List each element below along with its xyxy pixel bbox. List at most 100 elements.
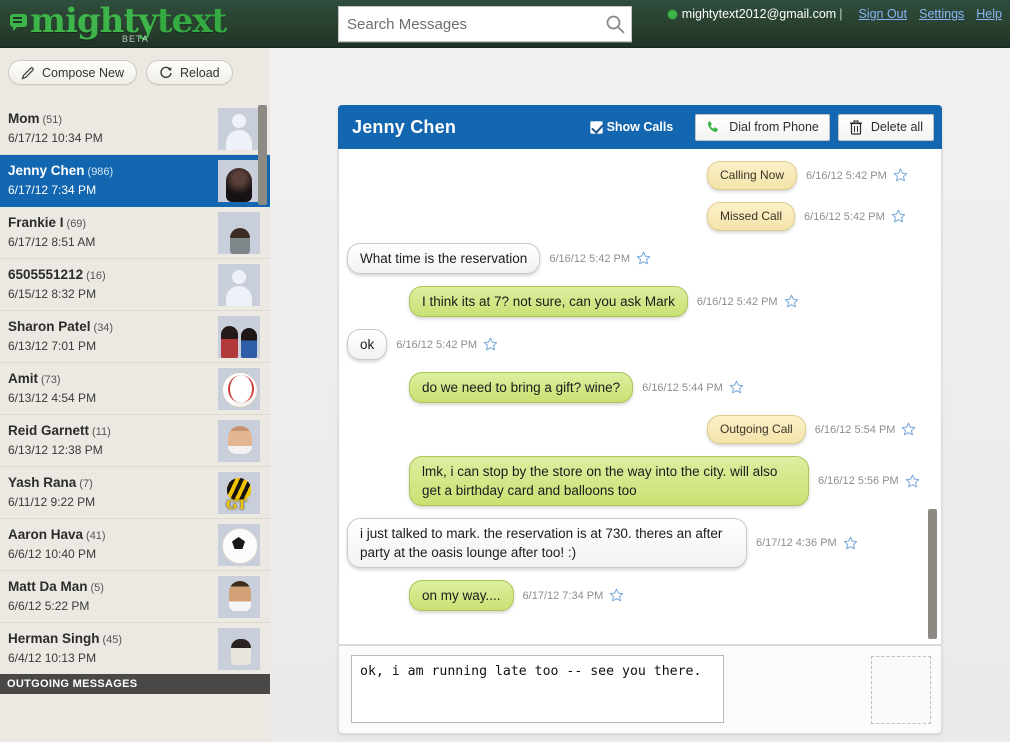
- message-bubble[interactable]: on my way....: [409, 580, 514, 611]
- conversation-list-item[interactable]: Sharon Patel(34)6/13/12 7:01 PM: [0, 311, 270, 363]
- conversation-name: Yash Rana(7): [8, 475, 93, 490]
- conversation-list-item[interactable]: 6505551212(16)6/15/12 8:32 PM: [0, 259, 270, 311]
- message-row: i just talked to mark. the reservation i…: [339, 518, 941, 568]
- message-meta: 6/17/12 7:34 PM: [523, 588, 625, 603]
- message-row: ok6/16/12 5:42 PM: [339, 329, 941, 360]
- sidebar-toolbar: Compose New Reload: [0, 48, 270, 103]
- conversation-timestamp: 6/15/12 8:32 PM: [8, 287, 96, 301]
- conversation-timestamp: 6/4/12 10:13 PM: [8, 651, 96, 665]
- message-meta: 6/17/12 4:36 PM: [756, 536, 858, 551]
- message-row: I think its at 7? not sure, can you ask …: [339, 286, 941, 317]
- message-row: Missed Call 6/16/12 5:42 PM: [339, 202, 941, 231]
- outgoing-messages-body: [0, 694, 270, 742]
- show-calls-checkbox[interactable]: [590, 121, 603, 134]
- conversation-list-item[interactable]: Herman Singh(45) 6/4/12 10:13 PM: [0, 623, 270, 675]
- conversation-list-item[interactable]: Aaron Hava(41)6/6/12 10:40 PM: [0, 519, 270, 571]
- star-icon[interactable]: [609, 588, 624, 603]
- star-icon[interactable]: [905, 474, 920, 489]
- message-list-scrollbar[interactable]: [928, 509, 937, 639]
- reload-button[interactable]: Reload: [146, 60, 233, 85]
- message-input[interactable]: [351, 655, 724, 723]
- conversation-panel: Jenny Chen Show Calls Dial from Phone: [338, 106, 942, 645]
- conversation-message-count: (11): [92, 426, 111, 438]
- conversation-timestamp: 6/17/12 8:51 AM: [8, 235, 95, 249]
- message-timestamp: 6/16/12 5:42 PM: [806, 170, 887, 182]
- star-icon[interactable]: [636, 251, 651, 266]
- star-icon[interactable]: [901, 422, 916, 437]
- delete-all-button[interactable]: Delete all: [838, 114, 934, 141]
- star-icon[interactable]: [843, 536, 858, 551]
- dial-from-phone-label: Dial from Phone: [729, 120, 819, 134]
- avatar: [218, 264, 260, 306]
- message-bubble[interactable]: Outgoing Call: [707, 415, 806, 444]
- message-row: Outgoing Call6/16/12 5:54 PM: [339, 415, 941, 444]
- search-icon[interactable]: [605, 14, 625, 34]
- conversation-timestamp: 6/13/12 4:54 PM: [8, 391, 96, 405]
- show-calls-toggle[interactable]: Show Calls: [590, 120, 674, 134]
- message-row: What time is the reservation 6/16/12 5:42…: [339, 243, 941, 274]
- message-bubble[interactable]: ok: [347, 329, 387, 360]
- conversation-timestamp: 6/17/12 10:34 PM: [8, 131, 103, 145]
- message-bubble[interactable]: Missed Call: [707, 202, 795, 231]
- message-meta: 6/16/12 5:42 PM: [549, 251, 651, 266]
- message-meta: 6/16/12 5:56 PM: [818, 474, 920, 489]
- conversation-name: Amit(73): [8, 371, 61, 386]
- avatar: [218, 316, 260, 358]
- message-bubble[interactable]: i just talked to mark. the reservation i…: [347, 518, 747, 568]
- avatar: [218, 160, 260, 202]
- speech-bubble-icon: [10, 14, 27, 27]
- conversation-message-count: (51): [43, 114, 63, 126]
- conversation-message-count: (34): [94, 322, 114, 334]
- top-header-bar: mightytext BETA mightytext2012@gmail.com…: [0, 0, 1010, 48]
- conversation-list-item[interactable]: Reid Garnett(11)6/13/12 12:38 PM: [0, 415, 270, 467]
- search-container[interactable]: [338, 6, 632, 42]
- message-bubble[interactable]: do we need to bring a gift? wine?: [409, 372, 633, 403]
- avatar: [218, 108, 260, 150]
- help-link[interactable]: Help: [976, 7, 1002, 21]
- search-input[interactable]: [339, 7, 601, 41]
- conversation-list-item[interactable]: Amit(73) 6/13/12 4:54 PM: [0, 363, 270, 415]
- conversation-name: Reid Garnett(11): [8, 423, 111, 438]
- dial-from-phone-button[interactable]: Dial from Phone: [695, 114, 830, 141]
- conversation-list-item[interactable]: Frankie I(69) 6/17/12 8:51 AM: [0, 207, 270, 259]
- conversation-message-count: (69): [67, 218, 87, 230]
- avatar: [218, 368, 260, 410]
- message-timestamp: 6/17/12 7:34 PM: [523, 590, 604, 602]
- sidebar-scrollbar[interactable]: [258, 105, 267, 205]
- message-timestamp: 6/16/12 5:42 PM: [804, 211, 885, 223]
- attachment-drop-zone[interactable]: [871, 656, 931, 724]
- conversation-list-item[interactable]: Matt Da Man(5)6/6/12 5:22 PM: [0, 571, 270, 623]
- star-icon[interactable]: [891, 209, 906, 224]
- message-timestamp: 6/17/12 4:36 PM: [756, 537, 837, 549]
- star-icon[interactable]: [784, 294, 799, 309]
- conversation-name: Herman Singh(45): [8, 631, 122, 646]
- message-bubble[interactable]: Calling Now: [707, 161, 797, 190]
- message-list[interactable]: Calling Now 6/16/12 5:42 PM Missed Call 6/1…: [339, 149, 941, 643]
- pencil-icon: [21, 66, 35, 80]
- star-icon[interactable]: [893, 168, 908, 183]
- conversation-list-item[interactable]: Yash Rana(7)6/11/12 9:22 PM: [0, 467, 270, 519]
- mightytext-app: mightytext BETA mightytext2012@gmail.com…: [0, 0, 1010, 742]
- phone-icon: [706, 120, 721, 135]
- conversation-list-item[interactable]: Jenny Chen(986)6/17/12 7:34 PM: [0, 155, 270, 207]
- conversation-name: Mom(51): [8, 111, 62, 126]
- conversation-list-item[interactable]: Mom(51) 6/17/12 10:34 PM: [0, 103, 270, 155]
- app-logo[interactable]: mightytext: [10, 4, 226, 38]
- outgoing-messages-header: OUTGOING MESSAGES: [0, 674, 270, 694]
- avatar: [218, 576, 260, 618]
- star-icon[interactable]: [729, 380, 744, 395]
- conversation-list[interactable]: Mom(51) 6/17/12 10:34 PM Jenny Chen(986)6/…: [0, 103, 270, 721]
- message-timestamp: 6/16/12 5:44 PM: [642, 382, 723, 394]
- sign-out-link[interactable]: Sign Out: [858, 7, 907, 21]
- avatar: [218, 628, 260, 670]
- message-bubble[interactable]: lmk, i can stop by the store on the way …: [409, 456, 809, 506]
- star-icon[interactable]: [483, 337, 498, 352]
- conversation-name: Matt Da Man(5): [8, 579, 104, 594]
- message-meta: 6/16/12 5:42 PM: [804, 209, 906, 224]
- compose-new-button[interactable]: Compose New: [8, 60, 137, 85]
- conversation-name: Frankie I(69): [8, 215, 86, 230]
- conversation-message-count: (7): [79, 478, 92, 490]
- settings-link[interactable]: Settings: [919, 7, 964, 21]
- message-bubble[interactable]: I think its at 7? not sure, can you ask …: [409, 286, 688, 317]
- message-bubble[interactable]: What time is the reservation: [347, 243, 540, 274]
